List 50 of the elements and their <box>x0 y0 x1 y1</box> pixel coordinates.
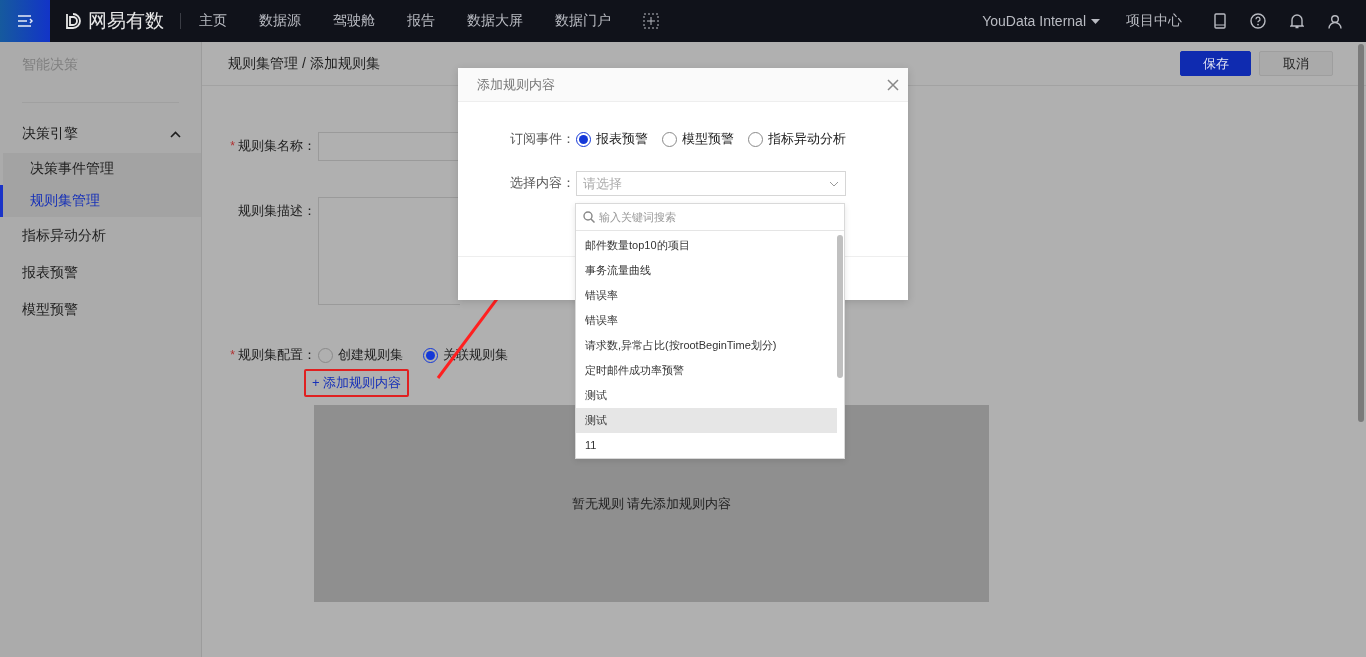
nav-link[interactable]: 报告 <box>407 12 435 30</box>
caret-icon <box>1091 18 1100 24</box>
menu-button[interactable] <box>0 0 50 42</box>
chevron-icon <box>829 180 839 187</box>
workspace-dropdown[interactable]: YouData Internal <box>982 13 1100 29</box>
required-mark: * <box>230 139 235 153</box>
field-label: 规则集名称： <box>238 137 316 155</box>
add-screen-button[interactable] <box>643 13 659 29</box>
dropdown-option[interactable]: 11 <box>576 433 837 458</box>
field-label: 订阅事件： <box>510 130 576 148</box>
radio-option[interactable]: 创建规则集 <box>318 341 403 369</box>
notification-bell-icon[interactable] <box>1290 13 1304 29</box>
sidebar-item[interactable]: 决策事件管理 <box>3 153 201 185</box>
logo-text: 网易有数 <box>88 13 164 29</box>
search-icon <box>583 211 595 223</box>
modal-title: 添加规则内容 <box>477 75 555 94</box>
breadcrumb: 规则集管理 / 添加规则集 <box>228 54 381 73</box>
user-icon[interactable] <box>1328 13 1342 29</box>
radio-option[interactable]: 模型预警 <box>662 127 734 151</box>
nav-link[interactable]: 数据大屏 <box>467 12 523 30</box>
help-icon[interactable] <box>1250 13 1266 29</box>
logo-icon <box>64 12 82 30</box>
empty-message: 暂无规则 请先添加规则内容 <box>571 494 732 513</box>
chevron-icon <box>170 130 181 138</box>
sidebar-item[interactable]: 报表预警 <box>0 254 201 291</box>
nav-link[interactable]: 数据门户 <box>555 12 611 30</box>
close-icon[interactable] <box>887 78 899 91</box>
cancel-button[interactable]: 取消 <box>1259 51 1333 76</box>
radio-option[interactable]: 指标异动分析 <box>748 127 846 151</box>
sidebar-item[interactable]: 规则集管理 <box>0 185 201 217</box>
dropdown-option[interactable]: 测试 <box>576 408 837 433</box>
radio-option[interactable]: 报表预警 <box>576 127 648 151</box>
sidebar-item[interactable]: 模型预警 <box>0 291 201 328</box>
nav-link[interactable]: 驾驶舱 <box>333 12 375 30</box>
add-rule-link[interactable]: + 添加规则内容 <box>304 369 410 397</box>
sidebar-group[interactable]: 决策引擎 <box>0 115 201 153</box>
menu-icon <box>17 14 33 28</box>
tablet-icon[interactable] <box>1214 13 1226 29</box>
sidebar-item[interactable]: 指标异动分析 <box>0 217 201 254</box>
required-mark: * <box>230 348 235 362</box>
project-center-link[interactable]: 项目中心 <box>1126 12 1182 30</box>
scrollbar[interactable] <box>1358 44 1364 422</box>
nav-link[interactable]: 主页 <box>199 12 227 30</box>
field-label: 选择内容： <box>510 174 576 192</box>
name-input[interactable] <box>318 132 460 161</box>
nav-link[interactable]: 数据源 <box>259 12 301 30</box>
field-label: 规则集描述： <box>238 202 316 220</box>
save-button[interactable]: 保存 <box>1180 51 1251 76</box>
scrollbar[interactable] <box>837 235 843 378</box>
field-label: 规则集配置： <box>238 346 316 364</box>
